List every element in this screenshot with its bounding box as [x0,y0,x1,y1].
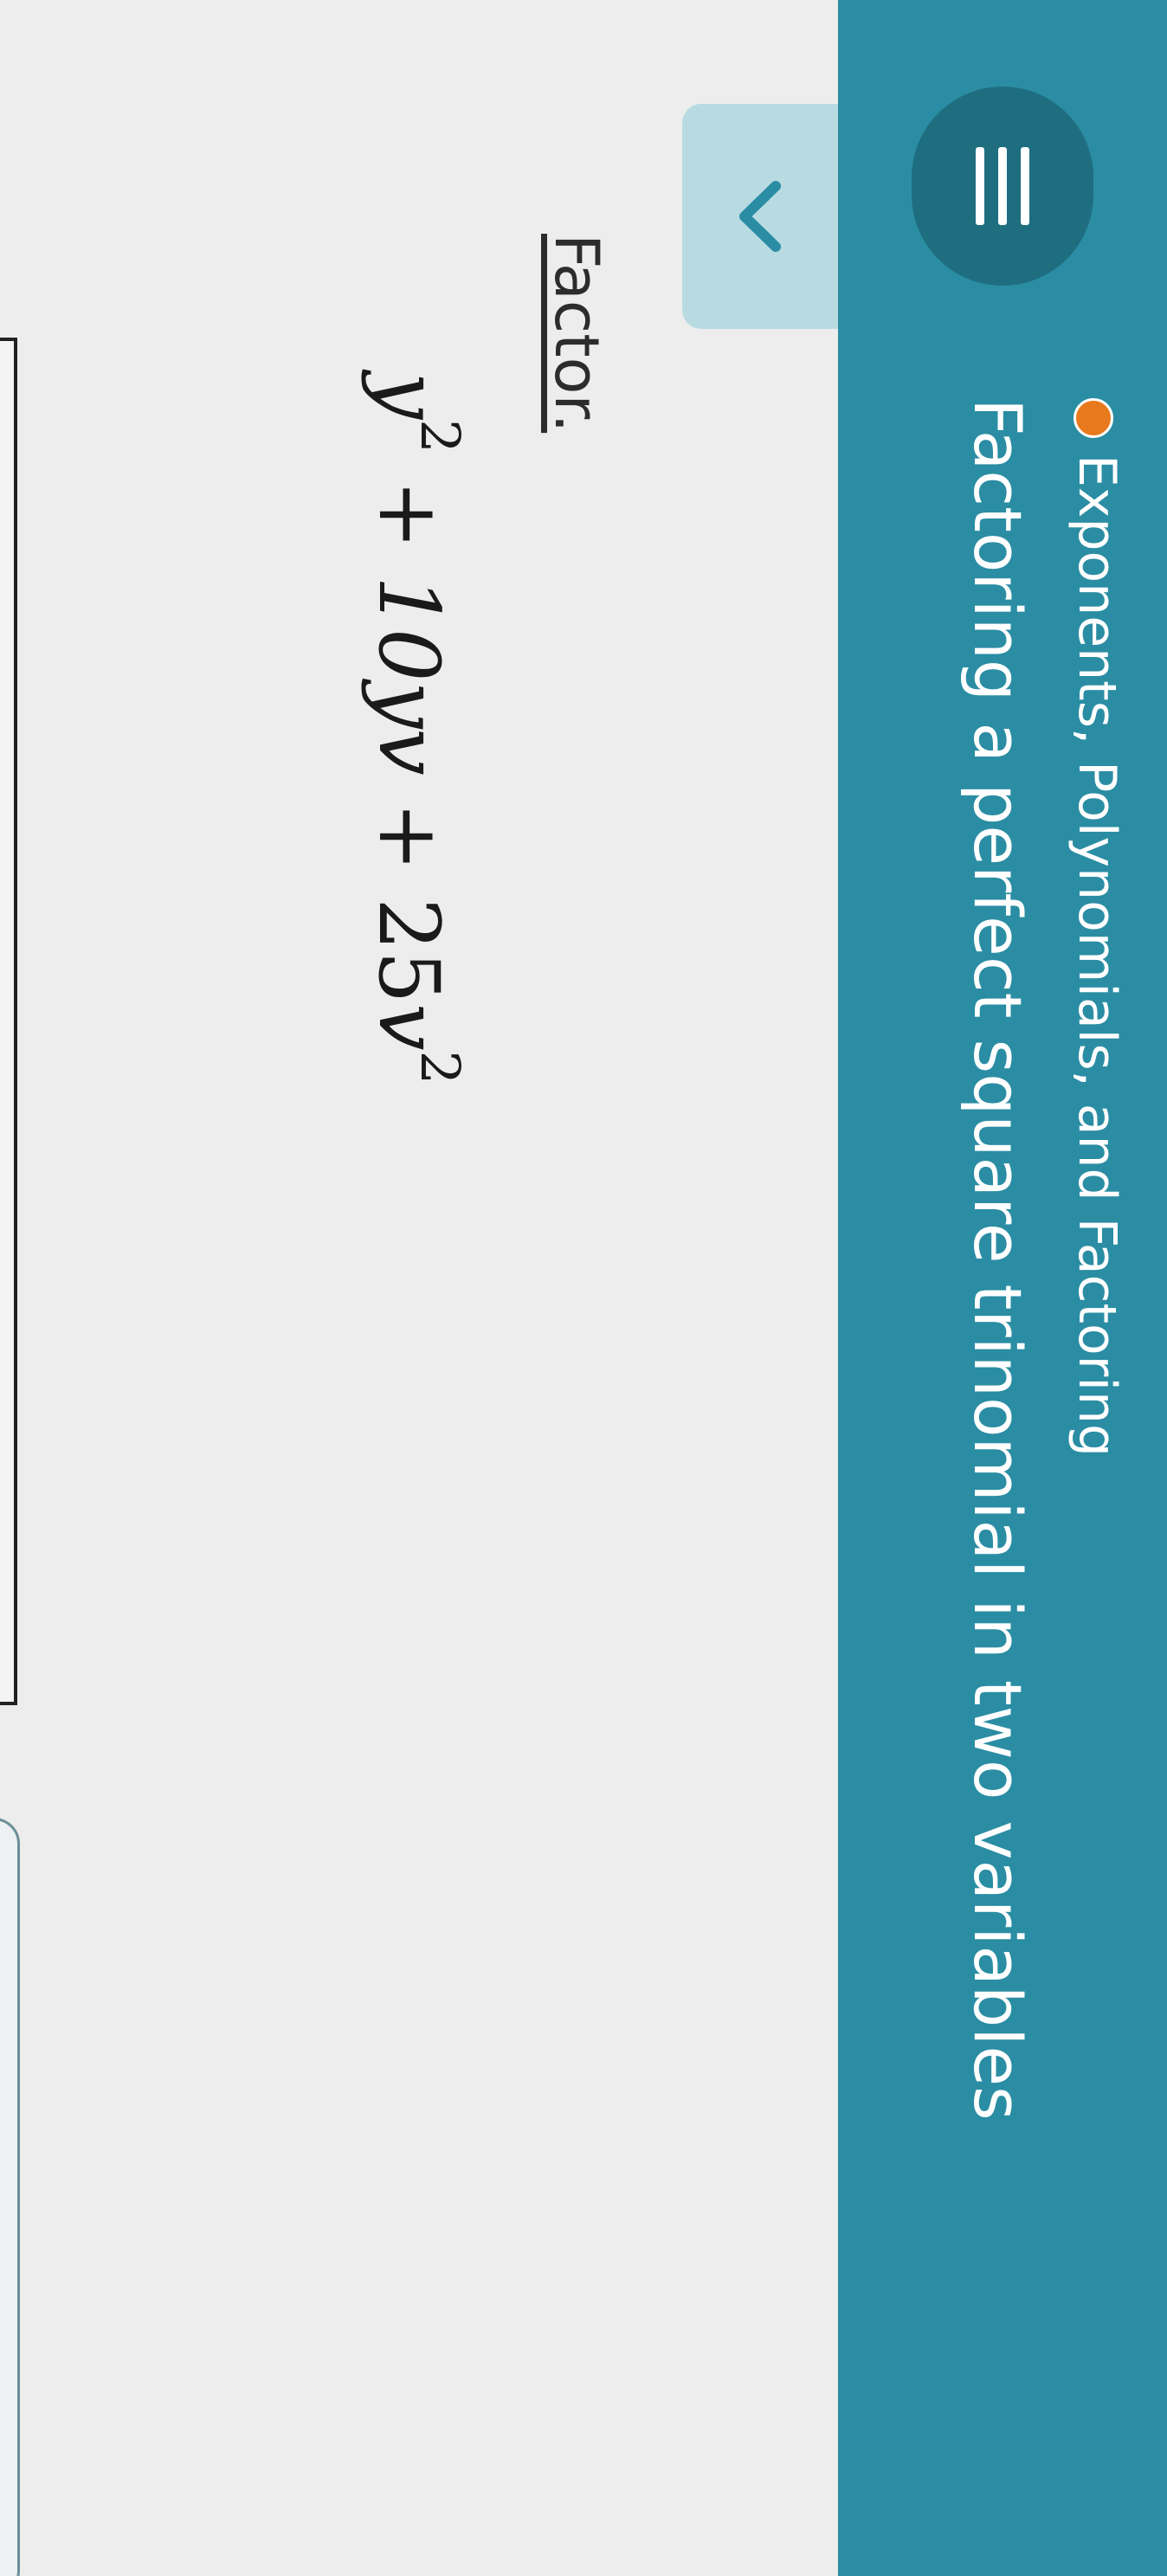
expr-term1-var: y [360,372,457,420]
math-expression: y2 + 10yv + 25v2 [354,372,474,1085]
expr-term3-exp: 2 [409,1050,472,1085]
expr-term3-coef: 25 [360,898,457,1004]
expr-term1-exp: 2 [409,419,472,454]
expr-term3-var: v [360,1003,457,1051]
status-dot-icon [1074,398,1113,438]
lesson-title: Factoring a perfect square trinomial in … [959,398,1036,2121]
collapse-header-button[interactable] [682,104,838,329]
problem-prompt: Factor. [541,234,612,434]
lesson-header: Exponents, Polynomials, and Factoring Fa… [838,0,1167,2576]
expr-op1: + [360,480,457,550]
answer-input[interactable] [0,338,17,1705]
hamburger-menu-icon [976,147,1029,225]
app-canvas: Exponents, Polynomials, and Factoring Fa… [0,0,1167,2576]
menu-button[interactable] [912,87,1093,286]
tools-panel[interactable] [0,1818,20,2576]
chevron-down-icon [739,181,781,252]
expr-term2: 10yv [360,576,457,776]
expr-op2: + [360,802,457,872]
topic-category: Exponents, Polynomials, and Factoring [1067,454,1127,1458]
